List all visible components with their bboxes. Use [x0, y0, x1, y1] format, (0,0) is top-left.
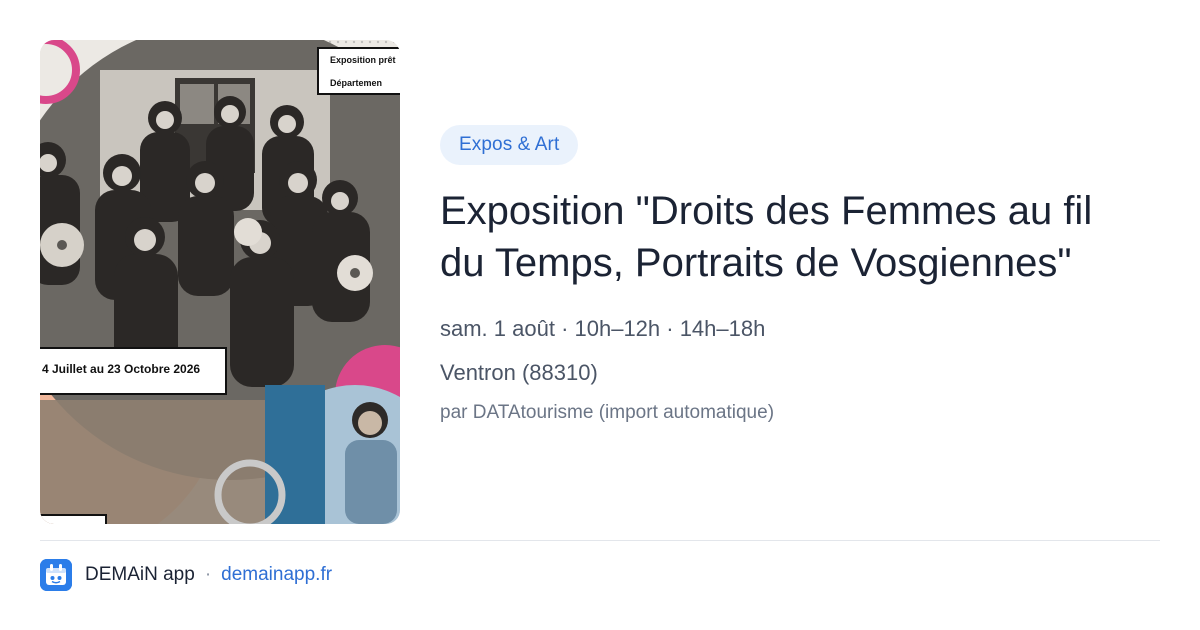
poster-label-line1: Exposition prêt — [330, 55, 396, 65]
footer-divider — [40, 540, 1160, 541]
event-datetime: sam. 1 août · 10h–12h · 14h–18h — [440, 316, 766, 341]
event-info: Expos & Art Exposition "Droits des Femme… — [440, 125, 1160, 425]
poster-label-line2: Départemen — [330, 78, 383, 88]
event-title[interactable]: Exposition "Droits des Femmes au fil du … — [440, 185, 1145, 289]
footer-separator: · — [204, 564, 212, 585]
poster-date-label: 4 Juillet au 23 Octobre 2026 — [42, 362, 201, 376]
poster-label-top: Exposition prêt Départemen — [330, 54, 396, 90]
poster-illustration — [40, 40, 400, 524]
category-badge[interactable]: Expos & Art — [440, 125, 579, 165]
footer: DEMAiN app · demainapp.fr — [40, 559, 332, 591]
app-domain-link[interactable]: demainapp.fr — [221, 564, 332, 586]
app-logo-icon[interactable] — [40, 559, 72, 591]
event-source: par DATAtourisme (import automatique) — [440, 402, 775, 423]
event-location: Ventron (88310) — [440, 360, 598, 385]
app-name[interactable]: DEMAiN app — [85, 564, 195, 586]
event-poster-image[interactable]: Exposition prêt Départemen 4 Juillet au … — [40, 40, 400, 524]
